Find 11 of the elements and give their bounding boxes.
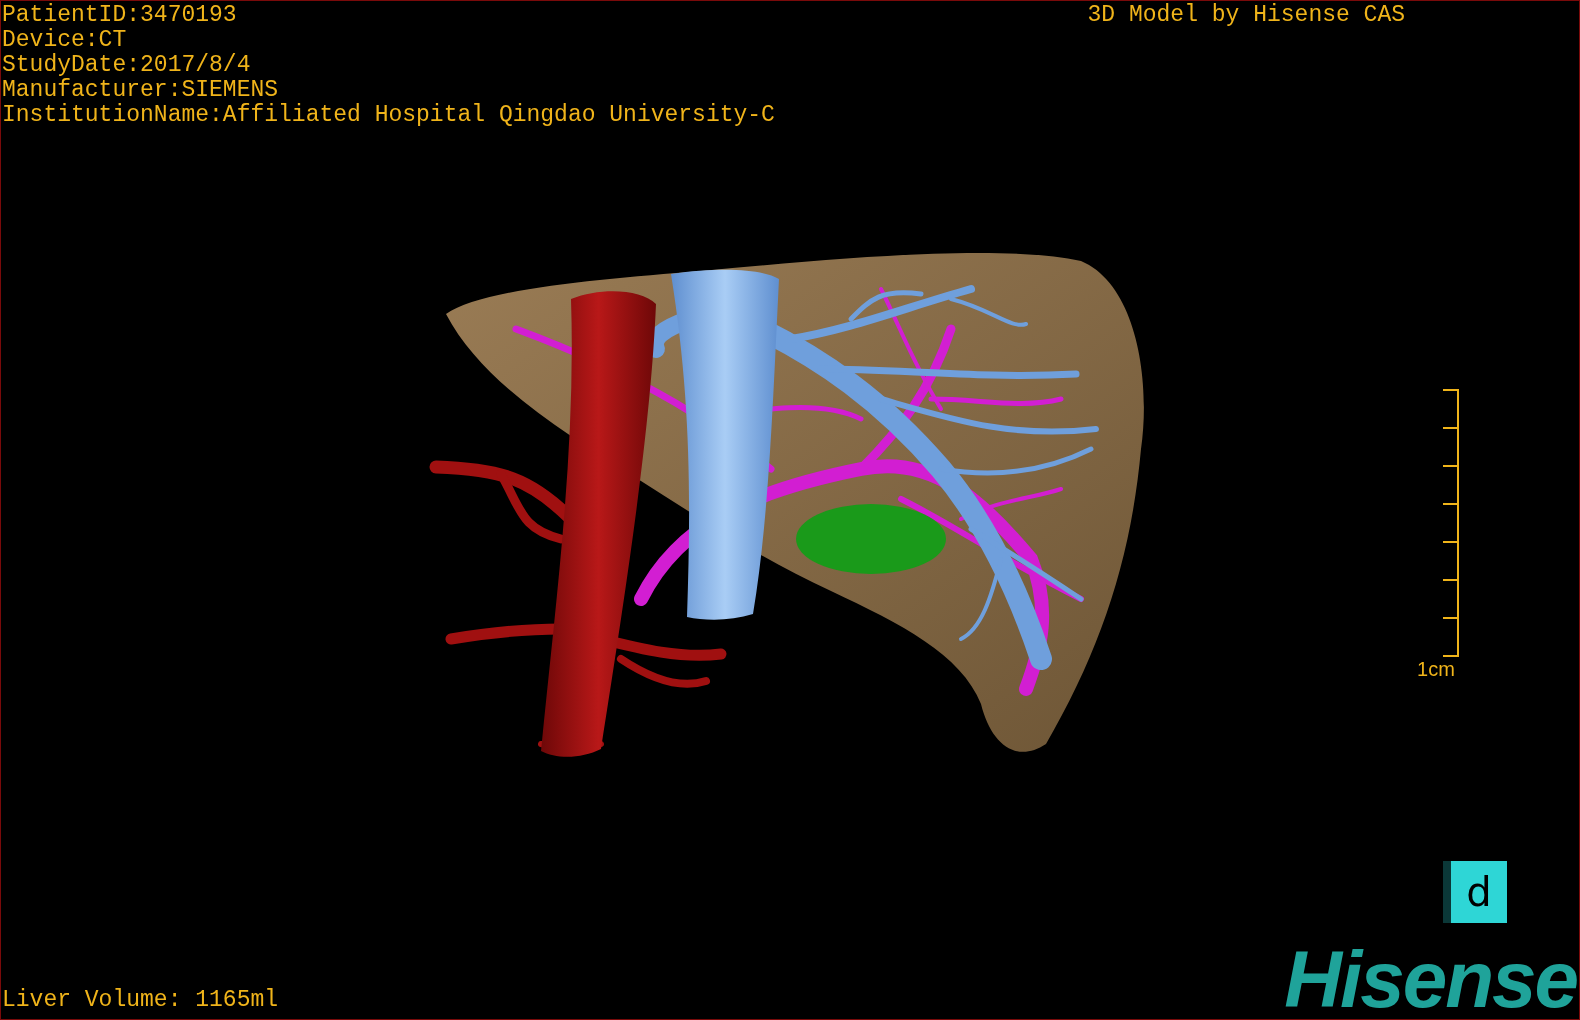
orientation-cube[interactable]: d [1443,861,1507,923]
patient-info-line: Manufacturer:SIEMENS [2,78,280,103]
liver-volume: Liver Volume: 1165ml [1,988,279,1015]
brand-logo: Hisense [1284,941,1577,1019]
patient-info-line: StudyDate:2017/8/4 [2,53,252,78]
patient-info-line: PatientID:3470193 [2,3,238,28]
patient-info-line: InstitutionName:Affiliated Hospital Qingdao University-C [2,103,775,128]
scale-bar-icon [1441,389,1461,657]
scale-label: 1cm [1417,657,1455,681]
viewer-title: 3D Model by Hisense CAS [1087,3,1405,28]
patient-info-line: Device:CT [2,28,128,53]
